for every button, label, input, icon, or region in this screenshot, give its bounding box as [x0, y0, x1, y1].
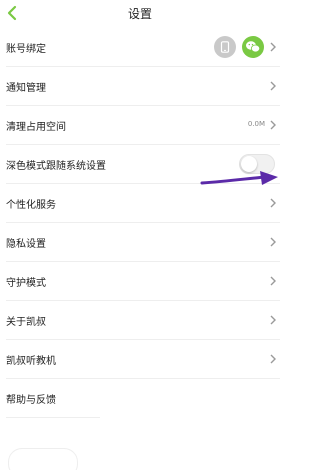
row-clear-storage[interactable]: 清理占用空间 0.0M	[0, 106, 280, 145]
row-about[interactable]: 关于凯叔	[0, 301, 280, 340]
page-title: 设置	[127, 7, 152, 21]
bound-accounts	[214, 36, 264, 58]
row-label: 通知管理	[6, 83, 46, 94]
chevron-right-icon	[270, 315, 276, 325]
chevron-right-icon	[270, 42, 276, 52]
row-label: 帮助与反馈	[6, 395, 56, 406]
chevron-right-icon	[270, 354, 276, 364]
annotation-arrow-icon	[200, 171, 278, 185]
row-guardian-mode[interactable]: 守护模式	[0, 262, 280, 301]
row-privacy-settings[interactable]: 隐私设置	[0, 223, 280, 262]
row-label: 账号绑定	[6, 44, 46, 55]
chevron-right-icon	[270, 276, 276, 286]
row-label: 清理占用空间	[6, 122, 66, 133]
row-notification-management[interactable]: 通知管理	[0, 67, 280, 106]
nav-bar: 设置	[0, 0, 280, 28]
row-label: 个性化服务	[6, 200, 56, 211]
storage-size-value: 0.0M	[247, 120, 265, 128]
row-help-feedback[interactable]: 帮助与反馈	[0, 379, 280, 418]
row-account-binding[interactable]: 账号绑定	[0, 28, 280, 67]
wechat-icon	[242, 36, 264, 58]
bottom-card[interactable]	[8, 448, 78, 470]
row-label: 关于凯叔	[6, 317, 46, 328]
row-label: 守护模式	[6, 278, 46, 289]
row-listening-device[interactable]: 凯叔听教机	[0, 340, 280, 379]
chevron-right-icon	[270, 81, 276, 91]
divider	[6, 417, 100, 418]
row-label: 隐私设置	[6, 239, 46, 250]
chevron-right-icon	[270, 120, 276, 130]
chevron-right-icon	[270, 237, 276, 247]
row-label: 凯叔听教机	[6, 356, 56, 367]
row-label: 深色模式跟随系统设置	[6, 161, 106, 172]
phone-icon	[214, 36, 236, 58]
chevron-right-icon	[270, 198, 276, 208]
